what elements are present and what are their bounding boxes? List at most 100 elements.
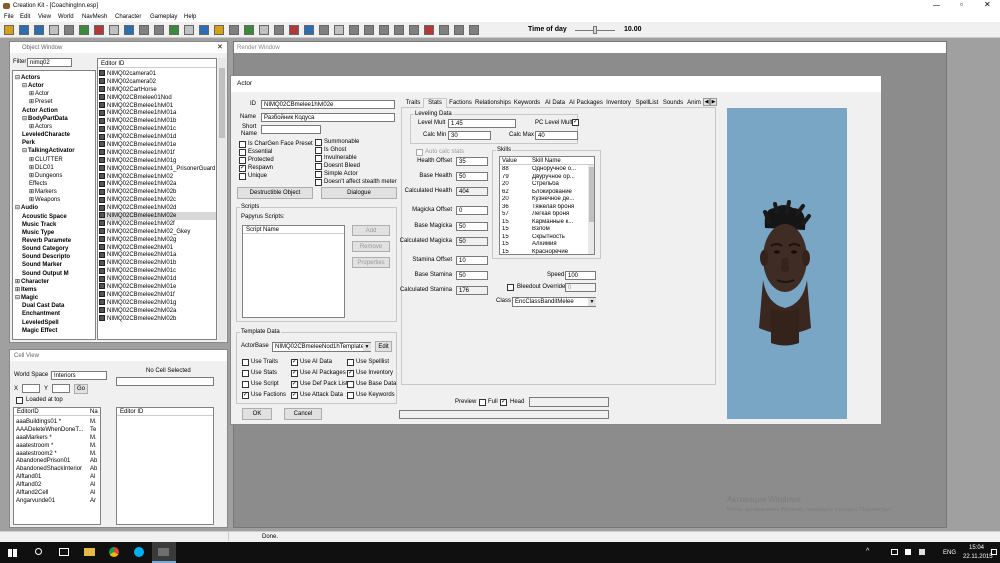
tree-item[interactable]: Sound Category — [22, 245, 95, 253]
toolbar-icon-2[interactable] — [34, 25, 44, 35]
tree-item[interactable]: Sound Descripto — [22, 253, 95, 261]
tree-expander-icon[interactable]: ⊟ — [15, 205, 20, 211]
tab-relationships[interactable]: Relationships — [474, 99, 512, 107]
object-list-header[interactable]: Editor ID — [98, 59, 216, 68]
skill-row[interactable]: 62 Блокирование — [502, 189, 586, 197]
skill-row[interactable]: 15 Алхимия — [502, 241, 586, 249]
tree-expander-icon[interactable]: ⊞ — [29, 173, 34, 179]
object-list-item[interactable]: NIMQ02CBmelee1hlvl02c — [99, 196, 216, 204]
tree-item[interactable]: Enchantment — [22, 310, 95, 318]
cell-list-row[interactable]: Angarvunde01 Ar — [16, 497, 100, 505]
tree-item[interactable]: Sound Output M — [22, 270, 95, 278]
toolbar-icon-27[interactable] — [409, 25, 419, 35]
tree-expander-icon[interactable]: ⊟ — [15, 295, 20, 301]
object-list-item[interactable]: NIMQ02camera01 — [99, 70, 216, 78]
destructible-object-button[interactable]: Destructible Object — [237, 187, 313, 199]
class-select[interactable]: EncClassBanditMelee — [512, 297, 596, 307]
tree-item[interactable]: Magic Effect — [22, 327, 95, 335]
skill-row[interactable]: 15 Скрытность — [502, 234, 586, 242]
loaded-at-top-checkbox[interactable] — [16, 397, 23, 404]
skills-scrollbar[interactable] — [588, 165, 594, 254]
tree-item[interactable]: ⊟Magic — [15, 294, 95, 302]
go-button[interactable]: Go — [74, 384, 88, 394]
cell-name-field[interactable] — [116, 377, 214, 386]
toolbar-icon-26[interactable] — [394, 25, 404, 35]
flag-checkbox[interactable] — [315, 139, 322, 146]
object-list-item[interactable]: NIMQ02CBmelee1hlvl02f — [99, 220, 216, 228]
object-list-item[interactable]: NIMQ02CBmelee2hlvl02a — [99, 307, 216, 315]
filter-input[interactable]: nimq02 — [27, 58, 72, 67]
tab-sounds[interactable]: Sounds — [661, 99, 685, 107]
tab-traits[interactable]: Traits — [403, 99, 423, 107]
object-list-item[interactable]: NIMQ02CBmelee2hlvl01c — [99, 267, 216, 275]
menu-navmesh[interactable]: NavMesh — [82, 14, 107, 20]
tree-expander-icon[interactable]: ⊞ — [15, 287, 20, 293]
template-checkbox[interactable] — [347, 359, 354, 366]
menu-edit[interactable]: Edit — [20, 14, 30, 20]
id-input[interactable]: NIMQ02CBmelee1hlvl02e — [261, 100, 395, 109]
toolbar-icon-22[interactable] — [334, 25, 344, 35]
object-list-item[interactable]: NIMQ02CBmelee1hlvl02_Gkey — [99, 228, 216, 236]
action-center-icon[interactable] — [991, 549, 997, 555]
object-tree[interactable]: ⊟Actors ⊟Actor ⊞Actor ⊞Preset Actor Action ⊟B… — [12, 70, 96, 340]
object-list-item[interactable]: NIMQ02CBmelee2hlvl01d — [99, 275, 216, 283]
flag-checkbox[interactable] — [315, 171, 322, 178]
tree-item[interactable]: ⊞Actors — [29, 123, 95, 131]
task-view-icon[interactable] — [59, 548, 69, 556]
tree-expander-icon[interactable]: ⊟ — [15, 75, 20, 81]
object-list-item[interactable]: NIMQ02CBmelee2hlvl01g — [99, 299, 216, 307]
maximize-button[interactable]: ▫ — [960, 1, 963, 9]
object-list-item[interactable]: NIMQ02CBmelee1hlvl02g — [99, 236, 216, 244]
skill-row[interactable]: 79 Двуручное ор... — [502, 174, 586, 182]
stat-input[interactable]: 50 — [456, 222, 488, 231]
notification-flag-icon[interactable] — [919, 549, 925, 555]
object-list-item[interactable]: NIMQ02CBmelee01Nod — [99, 94, 216, 102]
object-list-item[interactable]: NIMQ02CartHorse — [99, 86, 216, 94]
menu-help[interactable]: Help — [184, 14, 196, 20]
object-list-item[interactable]: NIMQ02CBmelee1hlvl01c — [99, 125, 216, 133]
template-checkbox[interactable] — [347, 392, 354, 399]
preview-full-checkbox[interactable] — [479, 399, 486, 406]
taskbar-time[interactable]: 15:04 — [969, 545, 984, 551]
stat-input[interactable]: 50 — [456, 271, 488, 280]
toolbar-icon-29[interactable] — [439, 25, 449, 35]
object-list-item[interactable]: NIMQ02CBmelee1hlvl01d — [99, 133, 216, 141]
tree-item[interactable]: ⊟TalkingActivator — [22, 147, 95, 155]
tree-item[interactable]: ⊞Markers — [29, 188, 95, 196]
flag-checkbox[interactable] — [239, 157, 246, 164]
pc-level-mult-checkbox[interactable]: ✓ — [572, 119, 579, 126]
tab-inventory[interactable]: Inventory — [604, 99, 633, 107]
toolbar-icon-11[interactable] — [169, 25, 179, 35]
bleedout-override-input[interactable]: 0 — [565, 283, 596, 292]
template-checkbox[interactable]: ✓ — [291, 381, 298, 388]
preview-head-checkbox[interactable]: ✓ — [500, 399, 507, 406]
toolbar-icon-9[interactable] — [139, 25, 149, 35]
skill-row[interactable]: 15 Красноречие — [502, 249, 586, 255]
tree-expander-icon[interactable]: ⊞ — [29, 124, 34, 130]
tab-scroll-right-icon[interactable]: ▶ — [710, 98, 717, 106]
tab-factions[interactable]: Factions — [447, 99, 474, 107]
toolbar-icon-20[interactable] — [304, 25, 314, 35]
object-list-item[interactable]: NIMQ02CBmelee1hlvl02 — [99, 173, 216, 181]
toolbar-icon-17[interactable] — [259, 25, 269, 35]
object-list-item[interactable]: NIMQ02CBmelee2hlvl01a — [99, 251, 216, 259]
cell-list-row[interactable]: Alftand02 Al — [16, 481, 100, 489]
object-list-item[interactable]: NIMQ02CBmelee1hlvl01f — [99, 149, 216, 157]
object-list-item[interactable]: NIMQ02CBmelee1hlvl01 — [99, 101, 216, 110]
tree-item[interactable]: ⊞Preset — [29, 98, 95, 106]
calc-min-input[interactable]: 30 — [448, 131, 491, 140]
world-space-select[interactable]: Interiors — [51, 371, 107, 380]
cell-list-row[interactable]: Alftand01 Al — [16, 473, 100, 481]
cell-objects-list[interactable]: Editor ID — [116, 407, 214, 525]
object-list-item[interactable]: NIMQ02CBmelee2hlvl02b — [99, 315, 216, 323]
toolbar-icon-28[interactable] — [424, 25, 434, 35]
menu-character[interactable]: Character — [115, 14, 141, 20]
cell-list-row[interactable]: AbandonedShackInterior Ab — [16, 465, 100, 473]
start-icon[interactable] — [8, 549, 17, 557]
tree-item[interactable]: LeveledSpell — [22, 319, 95, 327]
tree-item[interactable]: Music Track — [22, 221, 95, 229]
toolbar-icon-30[interactable] — [454, 25, 464, 35]
actorbase-dropdown-icon[interactable]: ▼ — [363, 343, 371, 351]
tree-expander-icon[interactable]: ⊞ — [29, 99, 34, 105]
tray-chevron-icon[interactable]: ^ — [866, 548, 869, 555]
